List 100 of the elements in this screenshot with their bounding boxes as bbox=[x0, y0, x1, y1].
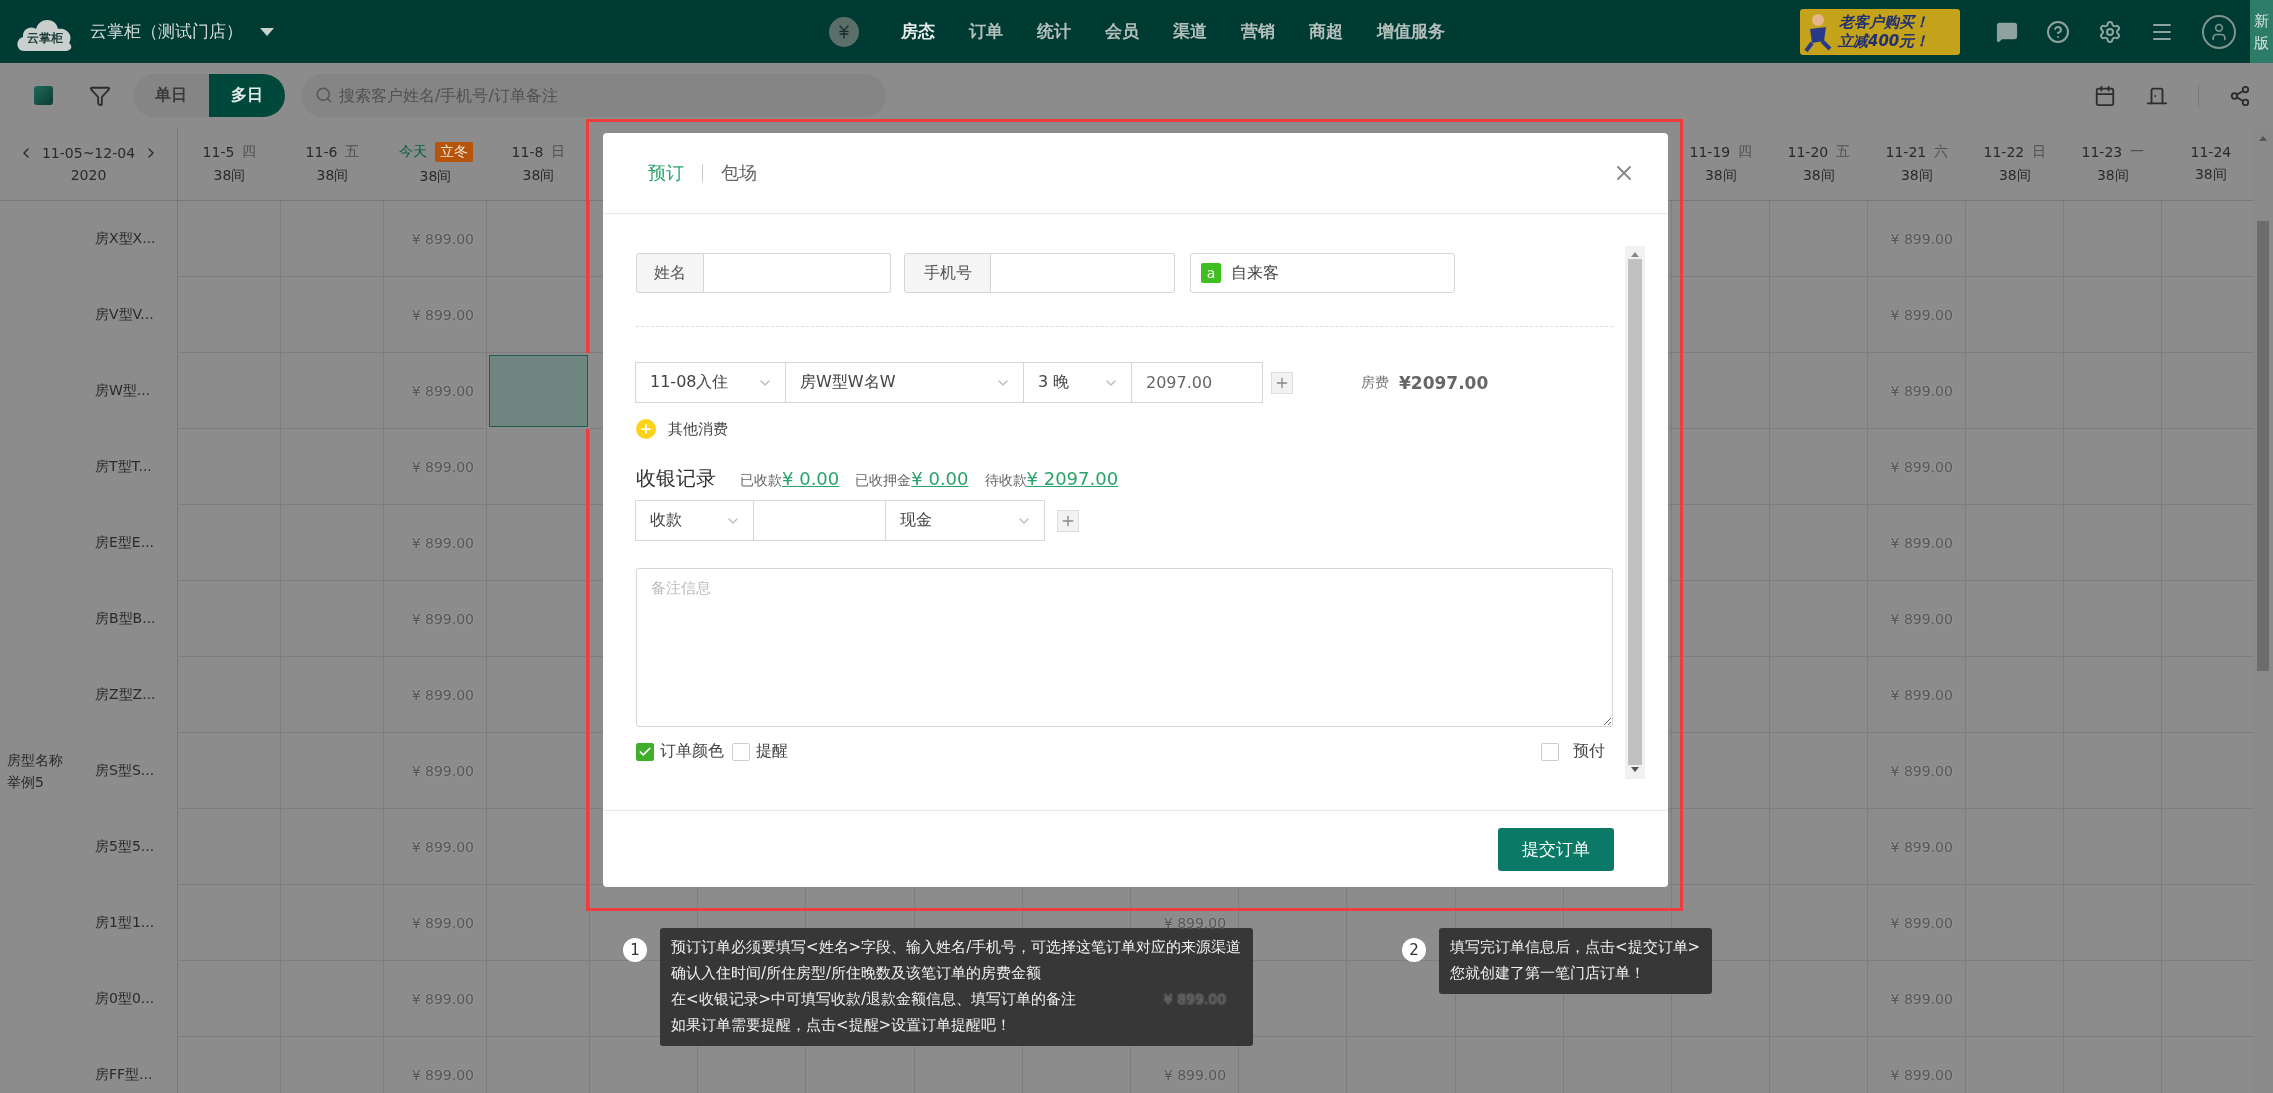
grid-icon[interactable] bbox=[34, 86, 53, 105]
nav-item[interactable]: 营销 bbox=[1240, 20, 1275, 43]
weekday-label: 五 bbox=[345, 143, 360, 161]
form-scrollbar[interactable] bbox=[1625, 246, 1645, 779]
remark-field[interactable]: 备注信息 bbox=[636, 568, 1613, 727]
section-title: 收银记录 bbox=[636, 465, 716, 492]
yen-icon[interactable] bbox=[828, 16, 859, 47]
checkin-select[interactable]: 11-08入住 bbox=[635, 362, 786, 403]
price-input[interactable]: 2097.00 bbox=[1131, 362, 1263, 403]
room-count: 38间 bbox=[2194, 166, 2227, 184]
promo-text: 老客户购买！ bbox=[1838, 12, 1929, 32]
field-label: 手机号 bbox=[904, 253, 991, 293]
weekday-label: 六 bbox=[1934, 143, 1949, 161]
nav-item[interactable]: 房态 bbox=[900, 20, 935, 43]
guide-tooltip: 填写完订单信息后，点击<提交订单> 您就创建了第一笔门店订单！ bbox=[1439, 928, 1713, 994]
checkbox[interactable] bbox=[732, 742, 750, 761]
checkbox[interactable] bbox=[1541, 742, 1559, 761]
date-label: 11-21 bbox=[1885, 144, 1927, 160]
calendar-icon[interactable] bbox=[2094, 84, 2116, 107]
promo-text: 立减400元！ bbox=[1838, 31, 1930, 51]
room-count: 38间 bbox=[1704, 167, 1737, 185]
amount-link[interactable]: ¥ 0.00 bbox=[911, 468, 969, 489]
room-name: 房X型X... bbox=[95, 229, 156, 248]
room-name: 房V型V... bbox=[95, 305, 155, 324]
source-badge: a bbox=[1201, 263, 1221, 283]
dialog-tab[interactable]: 预订 bbox=[648, 161, 684, 185]
amount-link[interactable]: ¥ 0.00 bbox=[782, 468, 840, 489]
source-select[interactable]: a 自来客 bbox=[1190, 253, 1455, 293]
new-version-tab[interactable]: 新版 bbox=[2250, 0, 2273, 63]
room-name: 房B型B... bbox=[95, 609, 156, 628]
phone-field[interactable] bbox=[991, 253, 1175, 293]
checkbox[interactable] bbox=[636, 742, 654, 761]
payment-method-select[interactable]: 现金 bbox=[885, 500, 1045, 541]
checkbox-label: 订单颜色 bbox=[660, 741, 724, 762]
selected-cell[interactable] bbox=[487, 353, 590, 429]
name-field[interactable] bbox=[704, 253, 891, 293]
chat-icon[interactable] bbox=[1996, 20, 2018, 43]
room-name: 房W型... bbox=[95, 381, 152, 400]
holiday-badge: 立冬 bbox=[434, 142, 473, 162]
room-count: 38间 bbox=[213, 167, 246, 185]
avatar-icon[interactable] bbox=[2202, 14, 2236, 49]
amount-label: 已收押金 bbox=[855, 472, 912, 490]
room-name: 房Z型Z... bbox=[95, 685, 156, 704]
checkbox-label: 预付 bbox=[1573, 741, 1605, 762]
nav-item[interactable]: 商超 bbox=[1308, 20, 1343, 43]
room-count: 38间 bbox=[419, 168, 452, 186]
room-name: 房0型0... bbox=[95, 989, 156, 1008]
filter-icon[interactable] bbox=[89, 84, 111, 107]
nav-item[interactable]: 增值服务 bbox=[1376, 20, 1445, 43]
date-label: 11-19 bbox=[1689, 144, 1731, 160]
submit-button[interactable]: 提交订单 bbox=[1498, 827, 1614, 871]
room-fee-value: ¥2097.00 bbox=[1399, 372, 1489, 393]
date-label: 11-22 bbox=[1983, 144, 2025, 160]
search-icon bbox=[315, 86, 333, 104]
date-label: 11-8 bbox=[511, 144, 544, 160]
field-label: 姓名 bbox=[636, 253, 704, 293]
dialog-tab[interactable]: 包场 bbox=[721, 161, 757, 185]
caret-icon[interactable] bbox=[259, 26, 275, 37]
view-mode-tab[interactable]: 多日 bbox=[209, 74, 285, 117]
nav-item[interactable]: 会员 bbox=[1104, 20, 1139, 43]
room-count: 38间 bbox=[2096, 167, 2129, 185]
settings-icon[interactable] bbox=[2098, 19, 2122, 44]
room-group-label: 房型名称举例5 bbox=[7, 751, 64, 792]
share-icon[interactable] bbox=[2229, 84, 2251, 107]
add-icon[interactable] bbox=[636, 419, 656, 439]
room-name: 房FF型... bbox=[95, 1065, 154, 1084]
add-button[interactable] bbox=[1271, 371, 1293, 394]
room-count: 38间 bbox=[1998, 167, 2031, 185]
store-name[interactable]: 云掌柜（测试门店） bbox=[90, 20, 243, 43]
date-label: 11-24 bbox=[2190, 144, 2232, 160]
amount-input[interactable] bbox=[753, 500, 886, 541]
date-range: 11-05~12-04 bbox=[41, 145, 136, 161]
weekday-label: 日 bbox=[551, 143, 566, 161]
room-fee-label: 房费 bbox=[1361, 373, 1389, 392]
scrollbar-thumb[interactable] bbox=[2257, 221, 2269, 671]
weekday-label: 四 bbox=[1738, 143, 1753, 161]
date-label: 11-5 bbox=[202, 144, 235, 160]
other-charges-link[interactable]: 其他消费 bbox=[668, 419, 728, 439]
room-name: 房5型5... bbox=[95, 837, 156, 856]
nav-item[interactable]: 统计 bbox=[1036, 20, 1071, 43]
promo-banner[interactable]: 老客户购买！ 立减400元！ bbox=[1800, 8, 1960, 55]
checkbox-label: 提醒 bbox=[756, 741, 788, 762]
weekday-label: 四 bbox=[242, 143, 257, 161]
date-label: 今天 bbox=[398, 143, 427, 161]
room-count: 38间 bbox=[1900, 167, 1933, 185]
amount-link[interactable]: ¥ 2097.00 bbox=[1026, 468, 1119, 489]
date-label: 11-6 bbox=[305, 144, 338, 160]
nav-item[interactable]: 渠道 bbox=[1172, 20, 1207, 43]
weekday-label: 日 bbox=[2032, 143, 2047, 161]
room-name: 房E型E... bbox=[95, 533, 156, 552]
room-name: 房S型S... bbox=[95, 761, 156, 780]
add-button[interactable] bbox=[1057, 509, 1079, 532]
room-type-select[interactable]: 房W型W名W bbox=[785, 362, 1024, 403]
room-count: 38间 bbox=[1802, 167, 1835, 185]
amount-label: 已收款 bbox=[740, 472, 782, 490]
amount-label: 待收款 bbox=[984, 472, 1027, 490]
nav-item[interactable]: 订单 bbox=[968, 20, 1003, 43]
help-icon[interactable] bbox=[2046, 19, 2070, 44]
view-mode-tab[interactable]: 单日 bbox=[133, 74, 209, 117]
room-count: 38间 bbox=[316, 167, 349, 185]
